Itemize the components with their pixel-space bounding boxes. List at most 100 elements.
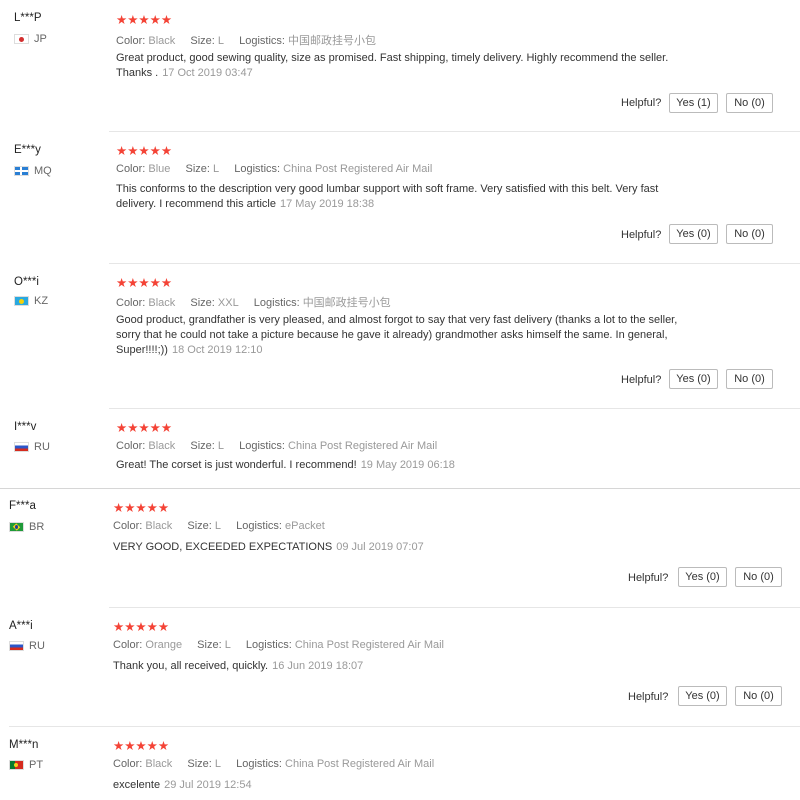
review-body: Thank you, all received, quickly. <box>113 660 269 672</box>
reviewer-name: I***v <box>14 421 37 433</box>
color-value: Black <box>145 758 173 770</box>
size-value: L <box>217 35 225 47</box>
size-label: Size: <box>187 520 212 532</box>
country-code: BR <box>29 521 45 533</box>
helpful-no-button[interactable]: No (0) <box>726 224 773 244</box>
stars-icon: ★★★★★ <box>116 13 173 27</box>
color-value: Black <box>145 520 173 532</box>
review-meta: Color: Black Size: L Logistics: China Po… <box>116 440 449 452</box>
size-value: L <box>214 758 222 770</box>
color-label: Color: <box>113 639 143 651</box>
reviewer-name: F***a <box>9 500 36 512</box>
ru-flag-icon <box>14 442 29 452</box>
color-label: Color: <box>113 758 143 770</box>
size-value: L <box>224 639 231 651</box>
helpful-yes-button[interactable]: Yes (0) <box>678 567 727 587</box>
logistics-label: Logistics: <box>236 758 282 770</box>
logistics-label: Logistics: <box>239 35 285 47</box>
size-value: L <box>213 163 220 175</box>
color-label: Color: <box>116 440 146 452</box>
color-value: Black <box>148 297 176 309</box>
divider <box>109 607 800 608</box>
helpful-label: Helpful? <box>628 691 669 703</box>
reviewer-country: BR <box>9 521 44 533</box>
size-label: Size: <box>190 440 215 452</box>
country-code: MQ <box>34 165 52 177</box>
ru-flag-icon <box>9 641 24 651</box>
size-label: Size: <box>190 35 215 47</box>
helpful-label: Helpful? <box>621 97 662 109</box>
review-text: Thank you, all received, quickly. 16 Jun … <box>113 659 683 674</box>
review-date: 29 Jul 2019 12:54 <box>164 779 252 791</box>
size-value: XXL <box>217 297 239 309</box>
stars-icon: ★★★★★ <box>113 739 170 753</box>
stars-icon: ★★★★★ <box>116 276 173 290</box>
color-value: Black <box>148 440 176 452</box>
logistics-value: 中国邮政挂号小包 <box>302 297 391 309</box>
logistics-value: China Post Registered Air Mail <box>294 639 444 651</box>
kz-flag-icon <box>14 296 29 306</box>
star-rating: ★★★★★ <box>113 501 170 515</box>
stars-icon: ★★★★★ <box>116 421 173 435</box>
review-body: Great! The corset is just wonderful. I r… <box>116 459 357 471</box>
size-label: Size: <box>185 163 210 175</box>
review-date: 17 Oct 2019 03:47 <box>162 67 253 79</box>
logistics-value: China Post Registered Air Mail <box>285 758 435 770</box>
review-date: 17 May 2019 18:38 <box>279 198 375 210</box>
review-text: This conforms to the description very go… <box>116 182 686 212</box>
size-label: Size: <box>197 639 222 651</box>
helpful-yes-button[interactable]: Yes (1) <box>669 93 718 113</box>
divider <box>109 263 800 264</box>
logistics-value: 中国邮政挂号小包 <box>288 35 377 47</box>
helpful-yes-button[interactable]: Yes (0) <box>669 224 718 244</box>
reviewer-name: A***i <box>9 620 33 632</box>
divider <box>9 726 800 727</box>
review-meta: Color: Orange Size: L Logistics: China P… <box>113 639 456 651</box>
star-rating: ★★★★★ <box>113 620 170 634</box>
logistics-value: China Post Registered Air Mail <box>288 440 438 452</box>
color-label: Color: <box>116 297 146 309</box>
country-code: PT <box>29 759 44 771</box>
color-label: Color: <box>113 520 143 532</box>
review-text: Good product, grandfather is very please… <box>116 313 691 358</box>
logistics-label: Logistics: <box>239 440 285 452</box>
review-body: excelente <box>113 779 161 791</box>
country-code: RU <box>34 441 50 453</box>
size-value: L <box>214 520 222 532</box>
helpful-no-button[interactable]: No (0) <box>735 567 782 587</box>
reviewer-country: KZ <box>14 295 48 307</box>
review-body: This conforms to the description very go… <box>116 183 659 210</box>
color-value: Orange <box>145 639 183 651</box>
logistics-value: ePacket <box>285 520 325 532</box>
review-meta: Color: Blue Size: L Logistics: China Pos… <box>116 163 444 175</box>
size-value: L <box>217 440 225 452</box>
color-value: Black <box>148 35 176 47</box>
country-code: KZ <box>34 295 49 307</box>
helpful-label: Helpful? <box>628 572 669 584</box>
star-rating: ★★★★★ <box>116 13 173 27</box>
reviewer-name: L***P <box>14 12 42 24</box>
helpful-no-button[interactable]: No (0) <box>735 686 782 706</box>
pt-flag-icon <box>9 760 24 770</box>
helpful-yes-button[interactable]: Yes (0) <box>669 369 718 389</box>
size-label: Size: <box>187 758 212 770</box>
color-label: Color: <box>116 35 146 47</box>
helpful-no-button[interactable]: No (0) <box>726 369 773 389</box>
stars-icon: ★★★★★ <box>113 620 170 634</box>
review-meta: Color: Black Size: XXL Logistics: 中国邮政挂号… <box>116 294 403 310</box>
reviewer-country: PT <box>9 759 43 771</box>
reviewer-name: E***y <box>14 144 41 156</box>
review-date: 18 Oct 2019 12:10 <box>171 344 263 356</box>
helpful-no-button[interactable]: No (0) <box>726 93 773 113</box>
reviewer-name: M***n <box>9 739 39 751</box>
color-value: Blue <box>148 163 171 175</box>
review-body: VERY GOOD, EXCEEDED EXPECTATIONS <box>113 541 333 553</box>
country-code: JP <box>34 33 47 45</box>
helpful-yes-button[interactable]: Yes (0) <box>678 686 727 706</box>
logistics-label: Logistics: <box>245 639 292 651</box>
star-rating: ★★★★★ <box>113 739 170 753</box>
stars-icon: ★★★★★ <box>113 501 170 515</box>
star-rating: ★★★★★ <box>116 276 173 290</box>
color-label: Color: <box>116 163 146 175</box>
review-text: excelente 29 Jul 2019 12:54 <box>113 778 683 793</box>
